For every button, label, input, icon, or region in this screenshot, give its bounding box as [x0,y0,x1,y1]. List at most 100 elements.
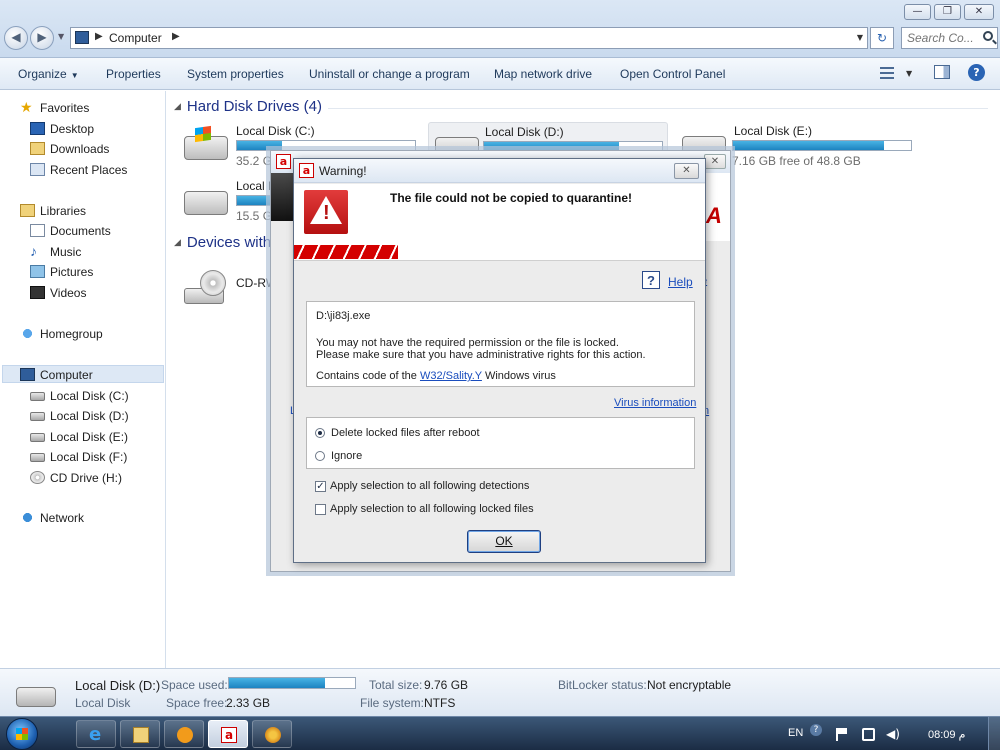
recent-pages-dropdown[interactable]: ▼ [58,32,64,41]
delete-after-reboot-label[interactable]: Delete locked files after reboot [331,427,480,439]
close-icon[interactable]: ✕ [704,154,726,169]
taskbar-internet-explorer[interactable]: e [76,720,116,748]
apply-to-locked-files-label[interactable]: Apply selection to all following locked … [330,503,534,515]
sidebar-item-label: Local Disk (D:) [50,409,129,423]
help-icon[interactable]: ? [968,64,985,81]
network-status-icon[interactable] [862,728,875,741]
minimize-button[interactable]: — [904,4,931,20]
virus-name-link[interactable]: W32/Sality.Y [420,370,482,382]
apply-to-detections-label[interactable]: Apply selection to all following detecti… [330,480,529,492]
back-button[interactable]: ◀ [4,26,28,50]
action-options-box: Delete locked files after reboot Ignore [306,417,695,469]
ok-button[interactable]: OK [467,530,541,553]
preview-pane-icon[interactable] [934,65,950,79]
taskbar-paint[interactable] [252,720,292,748]
taskbar: e a EN ? ◀) 08:09 م [0,716,1000,750]
group-divider [328,108,988,109]
brand-stripe [294,245,398,259]
drive-free-space: 15.5 G [236,209,273,223]
space-free-value: 2.33 GB [226,696,271,710]
details-drive-type: Local Disk [75,696,131,710]
organize-menu-button[interactable]: Organize ▼ [18,67,79,81]
help-book-icon[interactable]: ? [642,271,660,289]
star-icon: ★ [20,99,33,115]
error-message-line1: You may not have the required permission… [316,337,619,349]
virus-description: Contains code of the W32/Sality.Y Window… [316,370,556,382]
taskbar-windows-explorer[interactable] [120,720,160,748]
total-size-value: 9.76 GB [424,678,469,692]
detection-info-box: D:\ji83j.exe You may not have the requir… [306,301,695,387]
maximize-button[interactable]: ❐ [934,4,961,20]
videos-icon [30,286,45,299]
devices-removable-header[interactable]: ◢ Devices with [174,234,271,251]
action-center-flag-icon[interactable] [836,728,849,741]
chevron-down-icon: ▼ [70,71,79,80]
drive-usage-fill [733,141,885,150]
change-view-icon[interactable] [880,67,894,79]
space-used-bar [228,677,356,689]
map-network-drive-button[interactable]: Map network drive [494,67,592,81]
sidebar-item-computer[interactable]: Computer [2,365,164,383]
apply-to-detections-checkbox[interactable]: ✓ [315,481,326,492]
hard-disk-icon [30,433,45,442]
apply-to-locked-files-checkbox[interactable] [315,504,326,515]
infected-file-path: D:\ji83j.exe [316,310,371,322]
refresh-button[interactable]: ↻ [870,27,894,49]
drive-name: Local Disk (E:) [734,124,813,138]
libraries-icon [20,204,35,217]
system-properties-button[interactable]: System properties [187,67,284,81]
downloads-folder-icon [30,142,45,155]
properties-button[interactable]: Properties [106,67,161,81]
cd-drive-icon [30,471,45,484]
explorer-title-bar: — ❐ ✕ ◀ ▶ ▼ ▶ Computer ▶ ▼ ↻ [0,0,1000,58]
ignore-label[interactable]: Ignore [331,450,362,462]
breadcrumb-computer[interactable]: Computer [109,31,162,45]
dialog-header: ! The file could not be copied to quaran… [294,184,705,261]
address-history-dropdown[interactable]: ▼ [857,33,863,42]
space-free-label: Space free: [166,696,228,710]
delete-after-reboot-radio[interactable] [315,428,325,438]
sidebar-item-label: Computer [40,368,93,382]
sidebar-item-label: Local Disk (C:) [50,389,129,403]
breadcrumb-chevron-icon[interactable]: ▶ [95,31,103,42]
start-button[interactable] [6,718,38,750]
sidebar-item-label: Documents [50,224,111,238]
background-banner [271,173,295,221]
avira-umbrella-icon: a [276,154,291,169]
drive-free-space: 7.16 GB free of 48.8 GB [732,154,861,168]
language-indicator[interactable]: EN [788,727,803,739]
help-link[interactable]: Help [668,275,693,289]
clock[interactable]: 08:09 م [928,728,965,741]
close-button[interactable]: ✕ [964,4,994,20]
hard-disk-drives-header[interactable]: ◢ Hard Disk Drives (4) [174,98,322,115]
forward-button[interactable]: ▶ [30,26,54,50]
drive-usage-fill [237,141,282,150]
pictures-icon [30,265,45,278]
views-dropdown-icon[interactable]: ▼ [906,69,912,78]
virus-information-link[interactable]: Virus information [614,397,696,409]
media-player-icon [177,727,193,743]
search-box[interactable] [901,27,998,49]
show-desktop-button[interactable] [988,717,1000,750]
search-input[interactable] [907,31,975,45]
drive-usage-bar [732,140,912,151]
error-message-line2: Please make sure that you have administr… [316,349,646,361]
help-icon[interactable]: ? [810,724,822,736]
uninstall-program-button[interactable]: Uninstall or change a program [309,67,470,81]
homegroup-icon [20,327,35,340]
volume-icon[interactable]: ◀) [886,728,900,741]
ignore-radio[interactable] [315,451,325,461]
address-bar[interactable]: ▶ Computer ▶ ▼ [70,27,868,49]
taskbar-media-player[interactable] [164,720,204,748]
taskbar-avira[interactable]: a [208,720,248,748]
open-control-panel-button[interactable]: Open Control Panel [620,67,725,81]
details-drive-name: Local Disk (D:) [75,678,161,693]
search-icon[interactable] [983,31,993,41]
sidebar-item-label: Libraries [40,204,87,218]
space-used-label: Space used: [161,678,228,692]
avira-umbrella-icon: a [299,163,314,178]
warning-dialog: a Warning! ✕ ! The file could not be cop… [293,158,706,563]
network-icon [20,511,35,524]
dialog-close-button[interactable]: ✕ [674,163,699,179]
breadcrumb-chevron-icon[interactable]: ▶ [172,31,180,42]
